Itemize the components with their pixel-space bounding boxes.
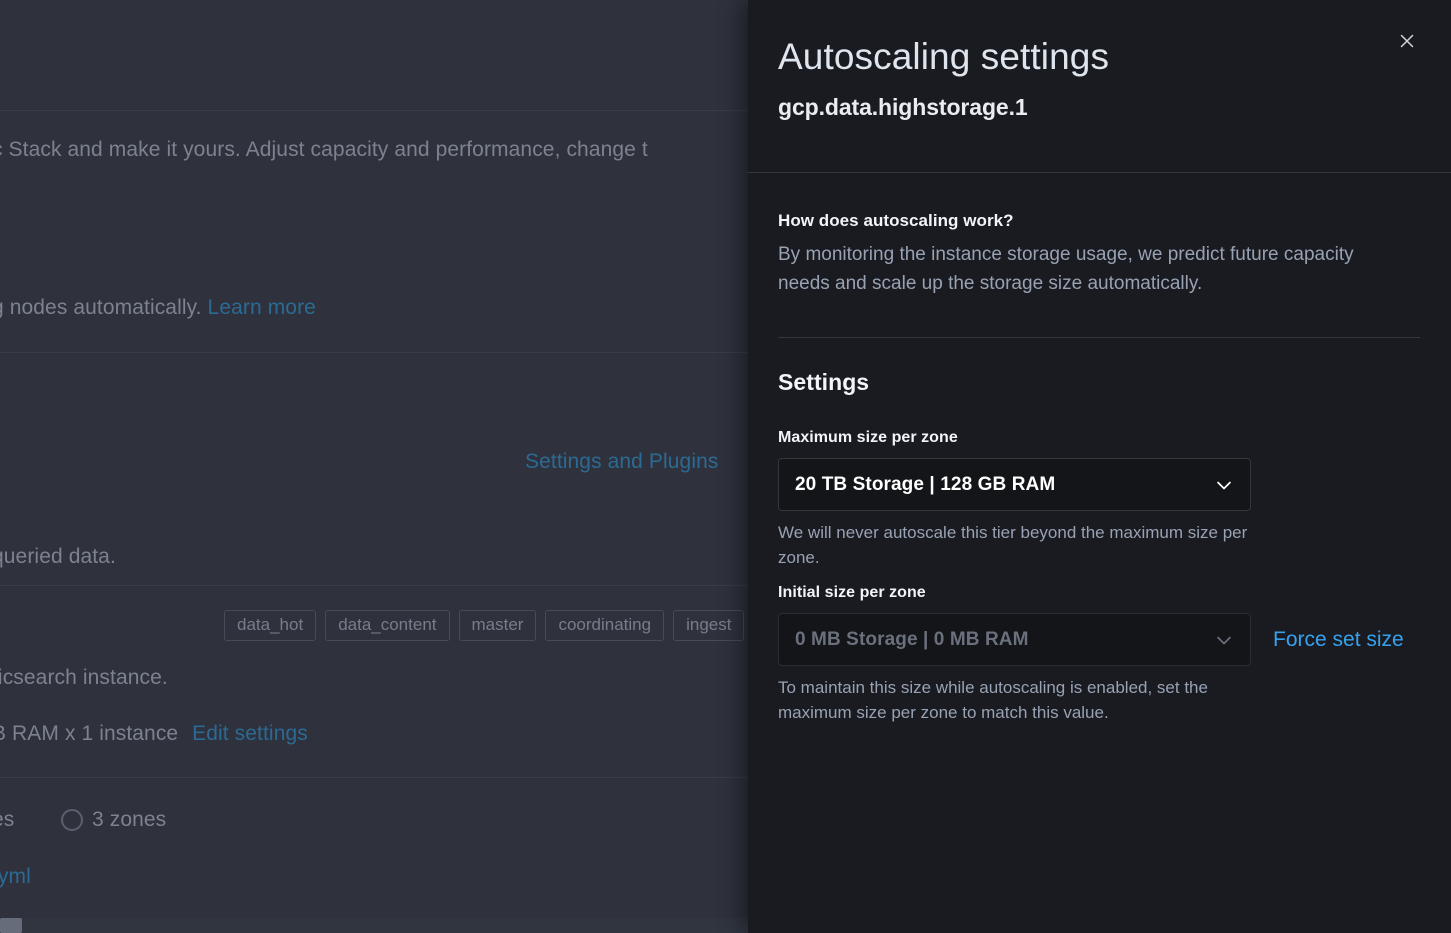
- background-ram-instance-label: B RAM x 1 instance: [0, 722, 179, 745]
- flyout-subtitle-instance-id: gcp.data.highstorage.1: [778, 94, 1028, 120]
- maximum-size-label: Maximum size per zone: [778, 429, 958, 446]
- maximum-size-help-text: We will never autoscale this tier beyond…: [778, 523, 1248, 567]
- settings-heading: Settings: [778, 369, 870, 395]
- initial-size-help-text: To maintain this size while autoscaling …: [778, 678, 1208, 722]
- how-autoscaling-works-body: By monitoring the instance storage usage…: [778, 244, 1354, 294]
- initial-size-row: 0 MB Storage | 0 MB RAM Force set size: [778, 613, 1421, 666]
- node-roles-badge-list: data_hot data_content master coordinatin…: [224, 610, 745, 641]
- maximum-size-selected-value: 20 TB Storage | 128 GB RAM: [795, 473, 1056, 495]
- zones-radio-3-zones[interactable]: [61, 809, 83, 831]
- background-instance-text: ticsearch instance.: [0, 666, 168, 689]
- force-set-size-link[interactable]: Force set size: [1273, 628, 1404, 652]
- chevron-down-icon: [1213, 474, 1235, 496]
- yml-file-link[interactable]: .yml: [0, 865, 31, 889]
- learn-more-link[interactable]: Learn more: [208, 296, 316, 319]
- node-role-badge: coordinating: [545, 610, 665, 641]
- node-role-badge: data_content: [325, 610, 450, 641]
- background-ram-instance-row: B RAM x 1 instance Edit settings: [0, 722, 308, 746]
- how-autoscaling-works-heading: How does autoscaling work?: [778, 211, 1014, 230]
- field-maximum-size-per-zone: Maximum size per zone 20 TB Storage | 12…: [778, 427, 1421, 570]
- background-autoscale-text: g nodes automatically. Learn more: [0, 296, 316, 320]
- edit-settings-link[interactable]: Edit settings: [192, 722, 308, 745]
- node-role-badge: ingest: [673, 610, 745, 641]
- maximum-size-select[interactable]: 20 TB Storage | 128 GB RAM: [778, 458, 1251, 511]
- node-role-badge: master: [458, 610, 537, 641]
- horizontal-scrollbar-thumb[interactable]: [0, 918, 22, 933]
- maximum-size-row: 20 TB Storage | 128 GB RAM: [778, 458, 1421, 511]
- field-initial-size-per-zone: Initial size per zone 0 MB Storage | 0 M…: [778, 582, 1421, 725]
- chevron-down-icon: [1213, 629, 1235, 651]
- screen-root: c Stack and make it yours. Adjust capaci…: [0, 0, 1451, 933]
- background-autoscale-label: g nodes automatically.: [0, 296, 202, 319]
- background-queried-data-text: queried data.: [0, 545, 116, 568]
- flyout-body: How does autoscaling work? By monitoring…: [748, 173, 1451, 725]
- zones-radio-label: 3 zones: [92, 808, 167, 831]
- node-role-badge: data_hot: [224, 610, 317, 641]
- background-zones-partial-label: es: [0, 808, 15, 831]
- close-button[interactable]: [1391, 25, 1423, 57]
- autoscaling-settings-flyout: Autoscaling settings gcp.data.highstorag…: [748, 0, 1451, 933]
- initial-size-select: 0 MB Storage | 0 MB RAM: [778, 613, 1251, 666]
- initial-size-label: Initial size per zone: [778, 584, 926, 601]
- flyout-header: Autoscaling settings gcp.data.highstorag…: [748, 0, 1451, 173]
- flyout-section-divider: [778, 337, 1420, 338]
- flyout-title: Autoscaling settings: [778, 36, 1110, 77]
- initial-size-selected-value: 0 MB Storage | 0 MB RAM: [795, 628, 1029, 650]
- close-icon: [1397, 31, 1417, 51]
- settings-and-plugins-link[interactable]: Settings and Plugins: [525, 450, 718, 474]
- background-intro-text: c Stack and make it yours. Adjust capaci…: [0, 138, 648, 161]
